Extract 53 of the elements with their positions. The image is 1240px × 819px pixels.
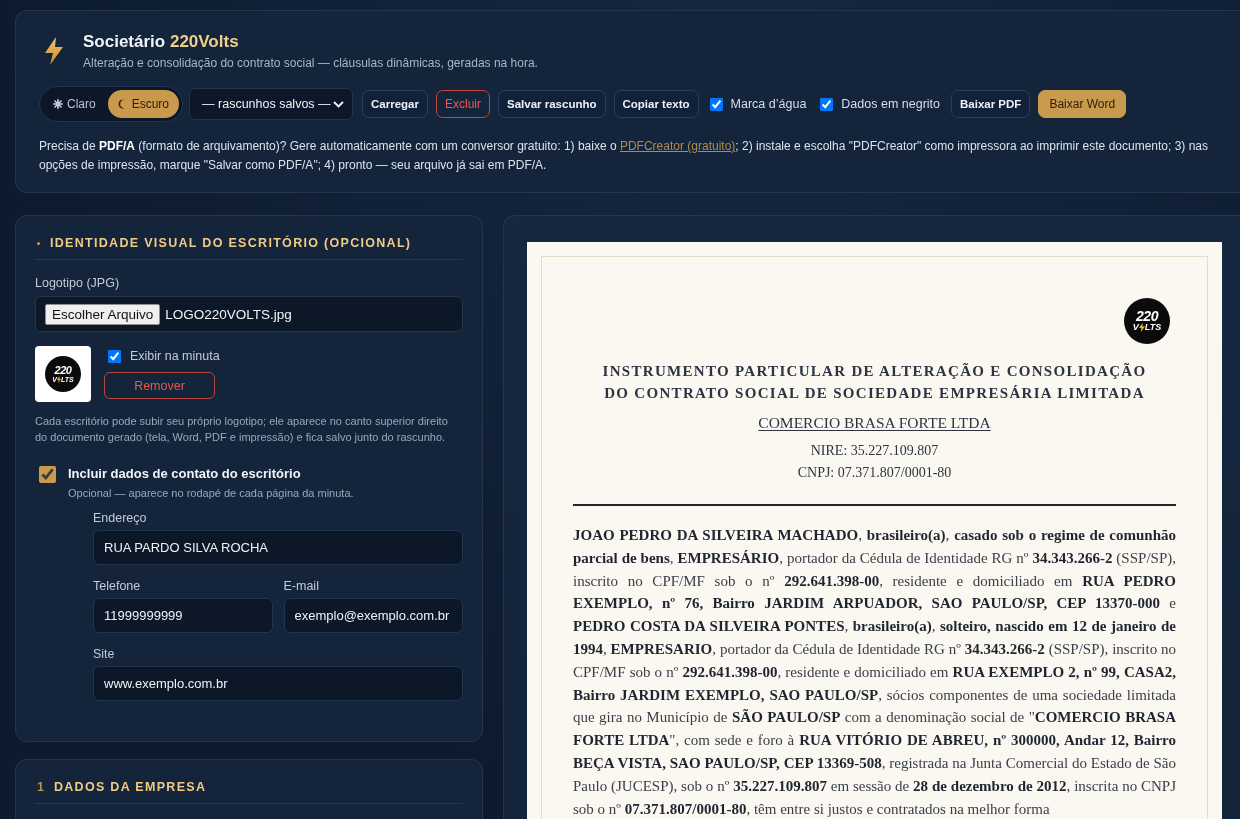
- cnpj-number: CNPJ: 07.371.807/0001-80: [797, 464, 952, 482]
- field-label: Site: [93, 646, 116, 662]
- input-field[interactable]: RUA PARDO SILVA ROCHA: [93, 530, 463, 565]
- field-label: Endereço: [93, 510, 148, 526]
- checkbox-label: Exibir na minuta: [130, 349, 220, 363]
- input-field[interactable]: 11999999999: [93, 598, 273, 633]
- notice-text: Precisa de PDF/A (formato de arquivamento)? Gere automaticamente com um conversor gratuito: 1) baixe o PDFCreator (gratuito); 2) instale e escolha "PDFCreator" como impressora ao imprimir este documento; 3) nas opções de impressão, marque "Salvar como PDF/A"; 4) pronto — seu arquivo já sai em PDF/A.: [39, 138, 1210, 174]
- checkbox[interactable]: [820, 97, 834, 111]
- choose-file-button[interactable]: Escolher Arquivo: [45, 303, 161, 325]
- field-label: E-mail: [283, 578, 320, 594]
- field-label: Logotipo (JPG): [35, 275, 121, 291]
- section-number: 1: [36, 779, 45, 795]
- bolt-icon: [1138, 323, 1145, 333]
- logo-text: 220: [54, 365, 72, 376]
- toolbar-button[interactable]: Salvar rascunho: [498, 90, 606, 118]
- toolbar-button[interactable]: Excluir: [436, 90, 490, 118]
- checkbox-label: Incluir dados de contato do escritório: [68, 465, 302, 483]
- document-paragraph: JOAO PEDRO DA SILVEIRA MACHADO, brasileiro(a), casado sob o regime de comunhão parcial de bens, EMPRESÁRIO, portador da Cédula de Identidade RG nº 34.343.266-2 (SSP/SP), inscrito no CPF/MF sob o nº 292.641.398-00, residente e domiciliado em RUA PEDRO EXEMPLO, nº 76, Bairro JARDIM ARPUADOR, SAO PAULO/SP, CEP 13370-000 e PEDRO COSTA DA SILVEIRA PONTES, brasileiro(a), solteiro, nascido em 12 de janeiro de 1994, EMPRESARIO, portador da Cédula de Identidade RG nº 34.343.266-2 (SSP/SP), inscrito no CPF/MF sob o nº 292.641.398-00, residente e domiciliado em RUA EXEMPLO 2, nº 99, CASA2, Bairro JARDIM EXEMPLO, SAO PAULO/SP, sócios componentes de uma sociedade limitada que gira no Município de SÃO PAULO/SP com a denominação social de "COMERCIO BRASA FORTE LTDA", com sede e foro à RUA VITÓRIO DE ABREU, nº 300000, Andar 12, Bairro BEÇA VISTA, SAO PAULO/SP, CEP 13369-508, registrada na Junta Comercial do Estado de São Paulo (JUCESP), sob o nº 35.227.109.807 em sessão de 28 de dezembro de 2012, inscrita no CNPJ sob o nº 07.371.807/0001-80, têm entre si justos e contratados na melhor forma: [573, 526, 1176, 819]
- remove-button[interactable]: Remover: [104, 372, 215, 399]
- sun-icon: [53, 99, 63, 109]
- app-subtitle: Alteração e consolidação do contrato social — cláusulas dinâmicas, geradas na hora.: [83, 56, 538, 71]
- company-name: COMERCIO BRASA FORTE LTDA: [758, 413, 991, 433]
- theme-tab[interactable]: Claro: [43, 90, 106, 118]
- checkbox[interactable]: [108, 349, 121, 363]
- drafts-dropdown[interactable]: — rascunhos salvos —: [189, 88, 354, 120]
- app-title: Societário 220Volts: [83, 31, 240, 53]
- nire-number: NIRE: 35.227.109.807: [810, 442, 939, 460]
- bolt-icon: [44, 37, 64, 65]
- file-input-field[interactable]: Escolher Arquivo LOGO220VOLTS.jpg: [35, 296, 463, 332]
- field-label: Telefone: [93, 578, 142, 594]
- document-title: INSTRUMENTO PARTICULAR DE ALTERAÇÃO E CONSOLIDAÇÃO DO CONTRATO SOCIAL DE SOCIEDADE EMPRESÁRIA LIMITADA: [601, 362, 1148, 403]
- hint-text: Opcional — aparece no rodapé de cada página da minuta.: [68, 486, 355, 500]
- input-field[interactable]: www.exemplo.com.br: [93, 666, 463, 701]
- toolbar-button[interactable]: Baixar PDF: [951, 90, 1031, 118]
- chevron-icon: [333, 100, 345, 108]
- bolt-icon: [57, 375, 61, 383]
- theme-tab[interactable]: Escuro: [107, 90, 180, 118]
- section-heading: DADOS DA EMPRESA: [53, 779, 207, 795]
- checkbox-label: Marca d’água: [730, 97, 807, 111]
- logo-text: LTS: [1144, 323, 1162, 333]
- toolbar-button[interactable]: Baixar Word: [1038, 90, 1127, 118]
- logo-text: V: [1132, 323, 1139, 333]
- checkbox-label: Dados em negrito: [841, 97, 940, 111]
- help-text: Cada escritório pode subir seu próprio logotipo; ele aparece no canto superior direito do documento gerado (tela, Word, PDF e impressão) e fica salvo junto do rascunho.: [35, 414, 449, 445]
- bullet-icon: [37, 241, 40, 245]
- checkbox[interactable]: [39, 466, 56, 483]
- toolbar-button[interactable]: Copiar texto: [613, 90, 699, 118]
- section-heading: IDENTIDADE VISUAL DO ESCRITÓRIO (OPCIONAL): [50, 235, 412, 251]
- logo-text: 220: [1136, 309, 1158, 324]
- input-field[interactable]: exemplo@exemplo.com.br: [283, 598, 463, 633]
- file-name: LOGO220VOLTS.jpg: [165, 306, 292, 322]
- checkbox[interactable]: [709, 97, 723, 111]
- toolbar-button[interactable]: Carregar: [362, 90, 428, 118]
